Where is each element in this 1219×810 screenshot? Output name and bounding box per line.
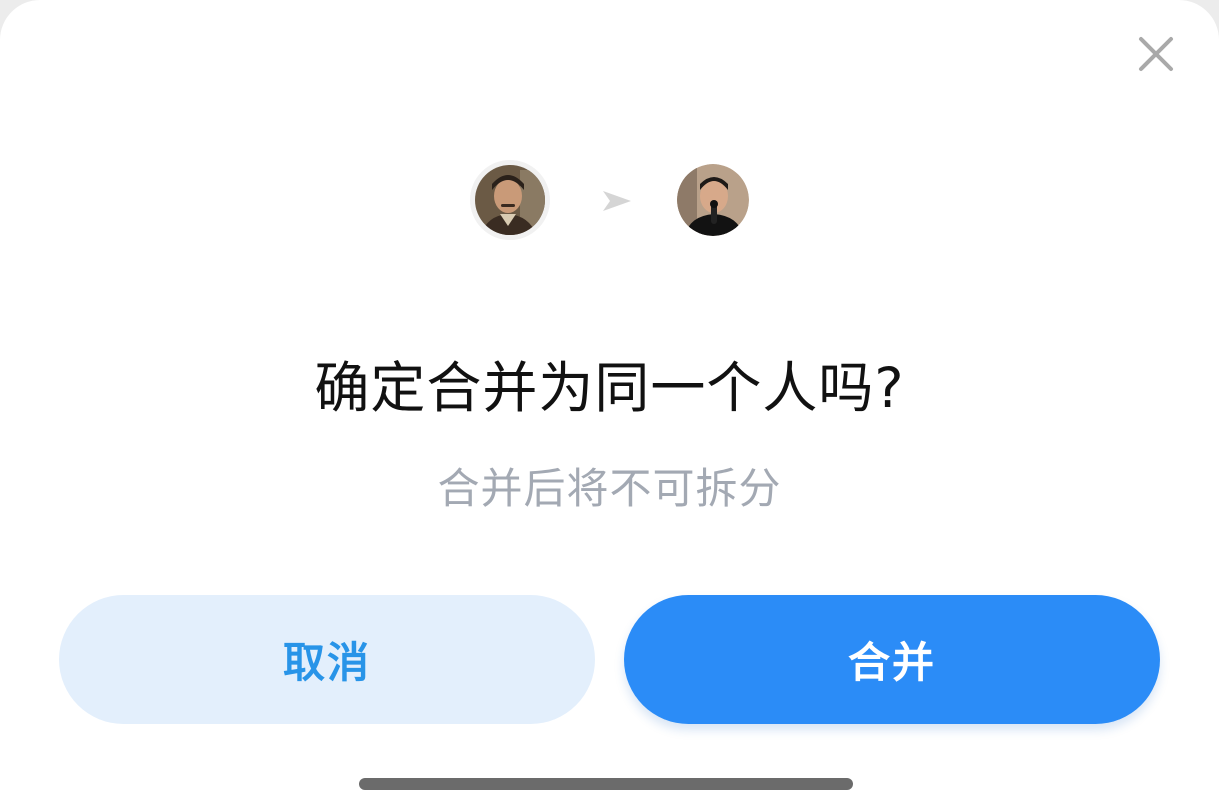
dialog-title: 确定合并为同一个人吗? <box>314 356 905 420</box>
cancel-button[interactable]: 取消 <box>59 595 595 724</box>
source-person-avatar <box>470 160 550 240</box>
target-person-avatar <box>677 164 749 236</box>
merge-button[interactable]: 合并 <box>624 595 1160 724</box>
arrow-right-icon <box>601 189 633 213</box>
dialog-subtitle: 合并后将不可拆分 <box>437 464 782 513</box>
avatar-merge-row <box>0 160 1219 240</box>
close-button[interactable] <box>1134 32 1178 76</box>
close-icon <box>1139 37 1173 71</box>
merge-dialog: 确定合并为同一个人吗? 合并后将不可拆分 取消 合并 <box>0 0 1219 810</box>
home-indicator <box>359 778 853 790</box>
